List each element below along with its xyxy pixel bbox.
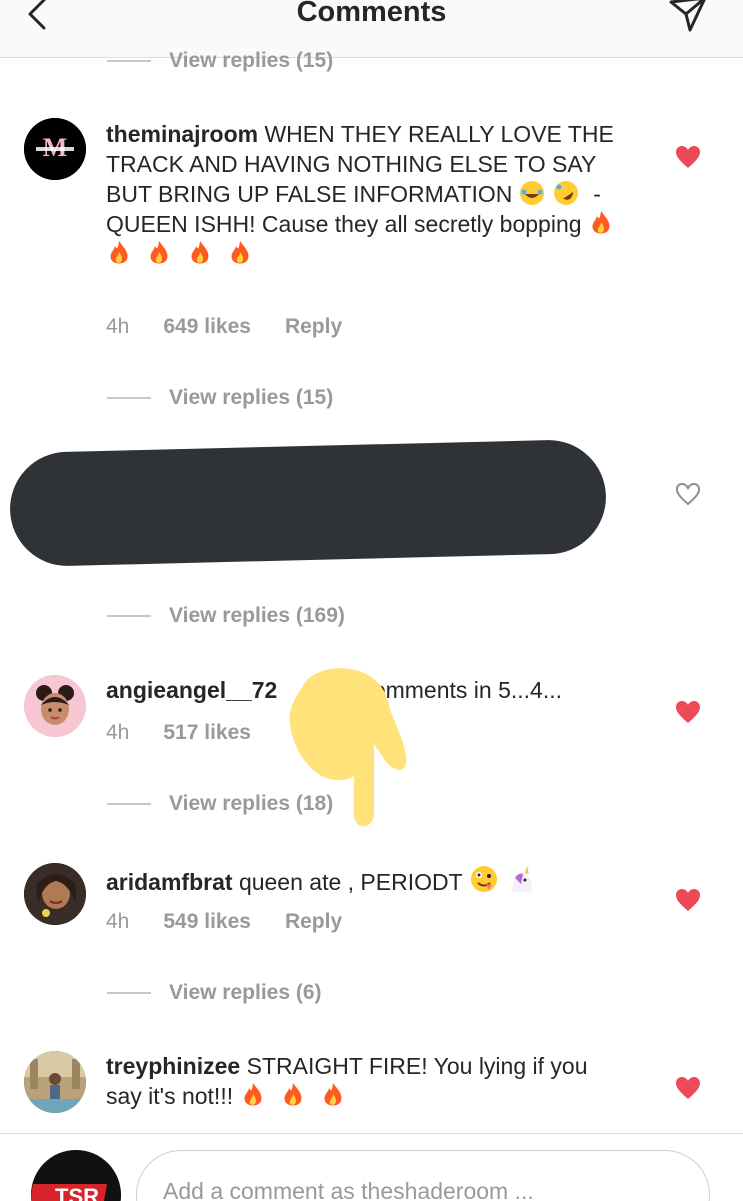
- laughing-emoji-icon: [519, 180, 545, 206]
- zany-face-emoji-icon: [469, 864, 499, 894]
- comment-meta: 4h 649 likes Reply: [106, 315, 376, 339]
- fire-emoji-icon: [187, 240, 213, 266]
- page-title: Comments: [296, 0, 447, 28]
- send-direct-icon[interactable]: [668, 0, 708, 34]
- comment-meta: 4h 517 likes: [106, 721, 285, 745]
- comment-time: 4h: [106, 910, 130, 933]
- comment-likes[interactable]: 517 likes: [163, 721, 251, 745]
- view-replies-link[interactable]: View replies (15): [107, 46, 333, 76]
- comment-username[interactable]: angieangel__72: [106, 677, 277, 703]
- svg-text:TSR: TSR: [55, 1184, 99, 1201]
- comment-username[interactable]: theminajroom: [106, 121, 258, 147]
- comment-time: 4h: [106, 721, 130, 744]
- current-user-avatar[interactable]: TSR: [31, 1150, 121, 1201]
- avatar[interactable]: [24, 863, 86, 925]
- redacted-comment-scribble: [8, 438, 608, 568]
- user-photo-icon: [24, 863, 86, 925]
- replies-divider: [107, 397, 151, 399]
- fire-emoji-icon: [146, 240, 172, 266]
- avatar[interactable]: [24, 675, 86, 737]
- cartoon-girl-avatar-icon: [24, 675, 86, 737]
- theminajroom-logo-icon: M: [24, 118, 86, 180]
- avatar[interactable]: M: [24, 118, 86, 180]
- fire-emoji-icon: [280, 1082, 306, 1108]
- comment-username[interactable]: aridamfbrat: [106, 869, 233, 895]
- reply-button[interactable]: Reply: [285, 315, 342, 339]
- comment-likes[interactable]: 649 likes: [163, 315, 251, 339]
- comment-text: treyphinizee STRAIGHT FIRE! You lying if…: [106, 1051, 626, 1111]
- comment-text: aridamfbrat queen ate , PERIODT: [106, 864, 626, 897]
- replies-divider: [107, 992, 151, 994]
- comment-text: theminajroom WHEN THEY REALLY LOVE THE T…: [106, 119, 626, 269]
- fire-emoji-icon: [106, 240, 132, 266]
- comment-time: 4h: [106, 315, 130, 338]
- heart-outline-icon[interactable]: [675, 482, 701, 506]
- view-replies-link[interactable]: View replies (6): [107, 978, 322, 1008]
- comment-username[interactable]: treyphinizee: [106, 1053, 240, 1079]
- fire-emoji-icon: [227, 240, 253, 266]
- reply-button[interactable]: Reply: [285, 910, 342, 934]
- user-photo-icon: [24, 1051, 86, 1113]
- comment-composer: TSR: [0, 1133, 743, 1201]
- comment-input-wrapper[interactable]: [136, 1150, 710, 1201]
- comment-meta: 4h 549 likes Reply: [106, 910, 376, 934]
- fire-emoji-icon: [240, 1082, 266, 1108]
- view-replies-link[interactable]: View replies (15): [107, 383, 333, 413]
- heart-filled-icon[interactable]: [675, 145, 701, 169]
- fire-emoji-icon: [588, 210, 614, 236]
- heart-filled-icon[interactable]: [675, 1076, 701, 1100]
- pointing-down-finger-sticker: [289, 668, 407, 827]
- comment-body: queen ate , PERIODT: [238, 869, 463, 895]
- heart-filled-icon[interactable]: [675, 888, 701, 912]
- comment-input[interactable]: [161, 1177, 685, 1201]
- tsr-logo-icon: TSR: [31, 1150, 121, 1201]
- avatar[interactable]: [24, 1051, 86, 1113]
- heart-filled-icon[interactable]: [675, 700, 701, 724]
- view-replies-link[interactable]: View replies (169): [107, 601, 345, 631]
- unicorn-emoji-icon: [507, 864, 537, 894]
- replies-divider: [107, 803, 151, 805]
- fire-emoji-icon: [320, 1082, 346, 1108]
- replies-divider: [107, 60, 151, 62]
- comment-likes[interactable]: 549 likes: [163, 910, 251, 934]
- rofl-emoji-icon: [553, 180, 579, 206]
- replies-divider: [107, 615, 151, 617]
